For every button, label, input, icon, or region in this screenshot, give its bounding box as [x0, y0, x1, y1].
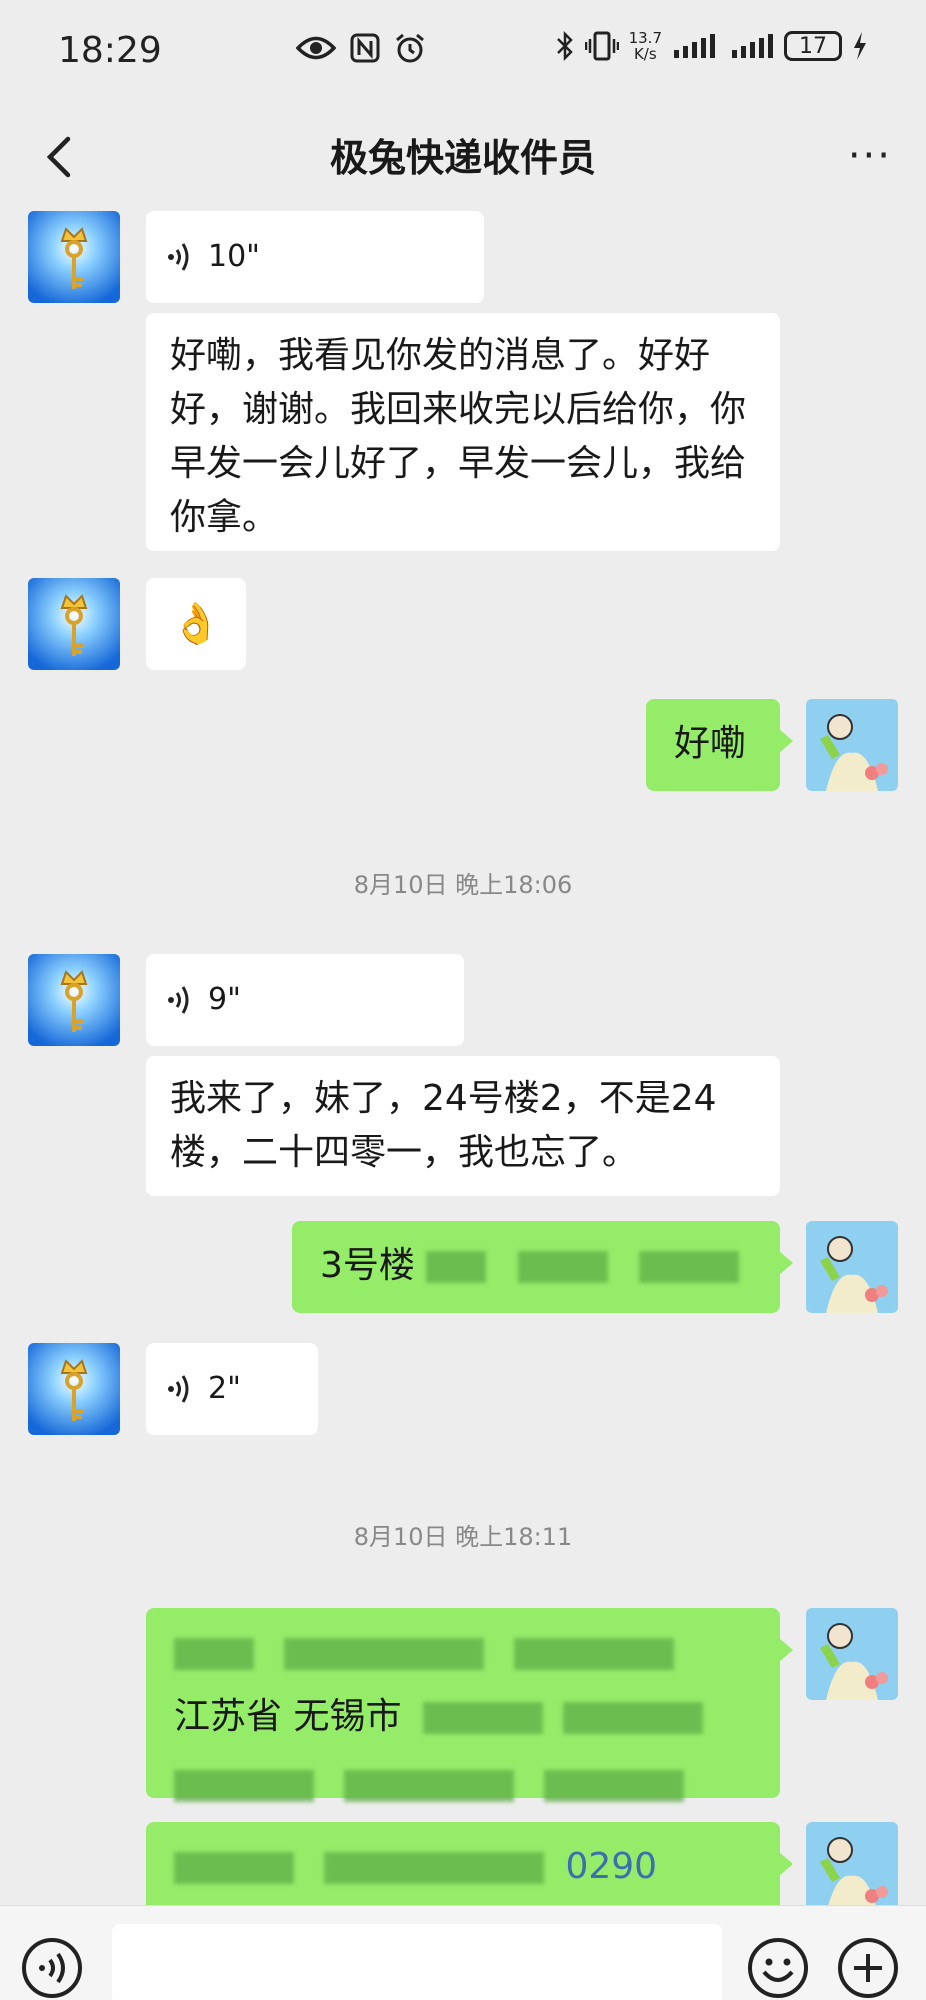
voice-message-bubble[interactable]: 2" — [146, 1343, 318, 1435]
voice-duration: 2" — [208, 1371, 241, 1406]
chat-title: 极兔快递收件员 — [329, 136, 596, 180]
status-time: 18:29 — [58, 30, 162, 71]
eye-icon — [296, 36, 336, 60]
plus-icon[interactable] — [836, 1936, 900, 2000]
voice-wave-icon — [168, 1375, 189, 1403]
nfc-icon — [350, 33, 380, 63]
self-avatar[interactable] — [806, 1822, 898, 1905]
message-timestamp: 8月10日 晚上18:11 — [353, 1523, 573, 1551]
sent-text-bubble[interactable]: 0290 — [146, 1822, 793, 1905]
status-right: 13.7 K/s 17 — [555, 30, 868, 62]
vibrate-icon — [584, 31, 619, 61]
net-speed: 13.7 K/s — [628, 29, 662, 63]
self-avatar[interactable] — [806, 699, 898, 791]
bluetooth-icon — [556, 30, 573, 62]
status-bar: 18:29 13.7 K/s 17 — [0, 0, 926, 105]
chat-message-list[interactable]: 10" 好嘞，我看见你发的消息了。好好好，谢谢。我回来收完以后给你，你早发一会儿… — [0, 205, 926, 1905]
battery-indicator: 17 — [784, 31, 842, 61]
charging-icon — [854, 32, 866, 60]
voice-message-bubble[interactable]: 10" — [146, 211, 484, 303]
chat-header: 极兔快递收件员 ··· — [0, 105, 926, 205]
ok-hand-emoji: 👌 — [171, 601, 221, 647]
message-input[interactable] — [112, 1924, 722, 2000]
emoji-icon[interactable] — [746, 1936, 810, 2000]
message-text: 江苏省 无锡市 — [174, 1696, 402, 1737]
voice-duration: 9" — [208, 982, 241, 1017]
sent-text-bubble[interactable]: 3号楼 — [292, 1221, 793, 1313]
voice-wave-icon — [168, 986, 189, 1014]
self-avatar[interactable] — [806, 1221, 898, 1313]
signal-icon-1 — [674, 34, 715, 58]
contact-avatar[interactable] — [28, 954, 120, 1046]
contact-avatar[interactable] — [28, 578, 120, 670]
contact-avatar[interactable] — [28, 211, 120, 303]
contact-avatar[interactable] — [28, 1343, 120, 1435]
signal-icon-2 — [732, 34, 773, 58]
message-text: 0290 — [565, 1846, 658, 1887]
voice-wave-icon — [168, 243, 189, 271]
message-text: 3号楼 — [320, 1245, 415, 1286]
message-text: 我来了，妹了，24号楼2，不是24楼，二十四零一，我也忘了。 — [170, 1078, 717, 1173]
text-message-bubble[interactable]: 我来了，妹了，24号楼2，不是24楼，二十四零一，我也忘了。 — [146, 1056, 780, 1196]
emoji-message-bubble[interactable]: 👌 — [146, 578, 246, 670]
message-text: 好嘞，我看见你发的消息了。好好好，谢谢。我回来收完以后给你，你早发一会儿好了，早… — [170, 335, 747, 538]
self-avatar[interactable] — [806, 1608, 898, 1700]
status-icons — [296, 32, 426, 64]
text-message-bubble[interactable]: 好嘞，我看见你发的消息了。好好好，谢谢。我回来收完以后给你，你早发一会儿好了，早… — [146, 313, 780, 551]
more-options-button[interactable]: ··· — [848, 133, 892, 179]
message-text: 好嘞 — [674, 723, 747, 764]
sent-text-bubble[interactable]: 江苏省 无锡市 — [146, 1608, 793, 1802]
voice-message-bubble[interactable]: 9" — [146, 954, 464, 1046]
chat-input-bar — [0, 1905, 926, 2000]
sent-text-bubble[interactable]: 好嘞 — [646, 699, 793, 791]
voice-input-icon[interactable] — [20, 1936, 84, 2000]
message-timestamp: 8月10日 晚上18:06 — [353, 871, 573, 899]
voice-duration: 10" — [208, 239, 260, 274]
alarm-icon — [396, 33, 424, 63]
